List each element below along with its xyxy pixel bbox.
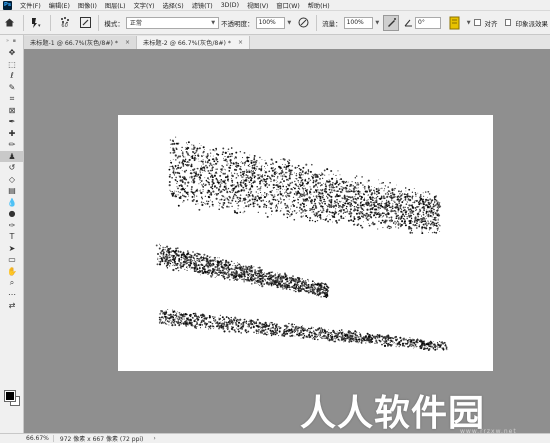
menu-edit[interactable]: 编辑(E) — [45, 1, 74, 10]
flow-chevron-icon[interactable]: ▼ — [375, 20, 379, 26]
history-brush-icon[interactable]: ↺ — [0, 162, 24, 174]
pressure-size-icon[interactable] — [447, 15, 463, 31]
mode-value: 正常 — [129, 20, 142, 27]
clone-stamp-icon[interactable]: ♟ — [0, 150, 24, 162]
tools-panel: » ▪ ✥ ⬚ ℓ ✎ ⌗ ⊠ ✒ ✚ ✏ ♟ ↺ ◇ ▤ 💧 ● ✑ T ➤ ▭ ✋ ⌕ ⋯ ⇄ — [0, 35, 24, 433]
watermark: 人人软件园 www.rrzxw.net — [300, 384, 540, 435]
symmetry-chevron-icon[interactable]: ▼ — [467, 20, 471, 26]
menu-type[interactable]: 文字(Y) — [130, 1, 159, 10]
close-icon[interactable]: × — [125, 39, 130, 46]
foreground-color-swatch[interactable] — [4, 390, 16, 402]
flow-value: 100% — [346, 19, 364, 26]
chevron-down-icon: ▼ — [211, 19, 216, 26]
mode-dropdown[interactable]: 正常 ▼ — [125, 16, 220, 29]
menu-select[interactable]: 选择(S) — [159, 1, 188, 10]
menu-3d[interactable]: 3D(D) — [217, 2, 243, 9]
marquee-icon[interactable]: ⬚ — [0, 59, 24, 71]
watermark-url: www.rrzxw.net — [460, 428, 517, 435]
more-tools-icon[interactable]: ⋯ — [0, 289, 24, 301]
swap-colors-icon[interactable]: ⇄ — [0, 300, 24, 312]
quick-select-icon[interactable]: ✎ — [0, 82, 24, 94]
angle-value: 0° — [418, 19, 425, 26]
toolbar-grip-icon[interactable]: » ▪ — [0, 35, 23, 47]
opacity-value: 100% — [258, 19, 276, 26]
impressionist-checkbox[interactable] — [504, 19, 512, 26]
canvas-workspace[interactable] — [24, 49, 550, 433]
separator — [98, 14, 100, 31]
document-canvas[interactable] — [118, 115, 493, 371]
eyedropper-icon[interactable]: ✒ — [0, 116, 24, 128]
gradient-icon[interactable]: ▤ — [0, 185, 24, 197]
crop-icon[interactable]: ⌗ — [0, 93, 24, 105]
menu-filter[interactable]: 滤镜(T) — [188, 1, 217, 10]
menu-file[interactable]: 文件(F) — [16, 1, 45, 10]
mode-label: 模式： — [104, 19, 124, 28]
zoom-icon[interactable]: ⌕ — [0, 277, 24, 289]
brush-strokes-artwork — [155, 136, 449, 351]
separator — [49, 14, 51, 31]
tab-document-1[interactable]: 未标题-1 @ 66.7%(灰色/8#) * × — [24, 36, 138, 49]
chevron-right-icon[interactable]: › — [153, 435, 155, 442]
path-select-icon[interactable]: ➤ — [0, 243, 24, 255]
opacity-chevron-icon[interactable]: ▼ — [287, 20, 291, 26]
flow-input[interactable]: 100% — [343, 16, 374, 29]
menu-bar: Ps 文件(F) 编辑(E) 图像(I) 图层(L) 文字(Y) 选择(S) 滤… — [0, 0, 550, 11]
menu-view[interactable]: 视图(V) — [243, 1, 272, 10]
tab-label: 未标题-1 @ 66.7%(灰色/8#) * — [30, 40, 118, 47]
menu-help[interactable]: 帮助(H) — [304, 1, 334, 10]
blur-icon[interactable]: 💧 — [0, 197, 24, 209]
angle-input[interactable]: 0° — [415, 16, 441, 29]
impressionist-label: 印象派效果 — [515, 19, 548, 28]
pressure-opacity-icon[interactable] — [295, 15, 311, 31]
document-info: 972 像素 x 667 像素 (72 ppi) — [59, 436, 144, 443]
watermark-title: 人人软件园 — [300, 393, 486, 434]
airbrush-icon[interactable] — [383, 14, 400, 31]
dodge-icon[interactable]: ● — [0, 208, 24, 220]
align-label: 对齐 — [484, 19, 498, 28]
align-checkbox[interactable] — [473, 19, 481, 26]
brush-settings-icon[interactable] — [78, 15, 94, 31]
separator — [22, 14, 24, 31]
menu-window[interactable]: 窗口(W) — [272, 1, 303, 10]
opacity-label: 不透明度： — [221, 19, 254, 28]
brush-size-value: 60 — [61, 23, 68, 29]
flow-label: 流量： — [322, 19, 342, 28]
menu-image[interactable]: 图像(I) — [74, 1, 101, 10]
brush-size-picker[interactable]: 60 — [56, 15, 74, 31]
lasso-icon[interactable]: ℓ — [0, 70, 24, 82]
hand-icon[interactable]: ✋ — [0, 266, 24, 278]
document-tabs: 未标题-1 @ 66.7%(灰色/8#) * × 未标题-2 @ 66.7%(灰… — [24, 35, 550, 49]
angle-icon — [403, 15, 413, 31]
brush-stroke-1 — [168, 136, 442, 235]
opacity-input[interactable]: 100% — [255, 16, 286, 29]
tab-label: 未标题-2 @ 66.7%(灰色/8#) * — [143, 40, 231, 47]
svg-text:▾: ▾ — [38, 23, 41, 29]
zoom-level[interactable]: 66.67% — [0, 435, 54, 442]
separator — [316, 14, 318, 31]
rectangle-icon[interactable]: ▭ — [0, 254, 24, 266]
brush-icon[interactable]: ✏ — [0, 139, 24, 151]
tab-document-2[interactable]: 未标题-2 @ 66.7%(灰色/8#) * × — [137, 36, 251, 49]
home-icon[interactable] — [2, 15, 18, 31]
color-swatches — [4, 390, 20, 406]
tool-preset-picker[interactable]: ▾ — [29, 15, 45, 31]
photoshop-logo[interactable]: Ps — [3, 0, 12, 10]
frame-icon[interactable]: ⊠ — [0, 105, 24, 117]
pen-icon[interactable]: ✑ — [0, 220, 24, 232]
move-icon[interactable]: ✥ — [0, 47, 24, 59]
eraser-icon[interactable]: ◇ — [0, 174, 24, 186]
brush-stroke-2 — [155, 243, 330, 299]
type-icon[interactable]: T — [0, 231, 24, 243]
menu-layer[interactable]: 图层(L) — [101, 1, 130, 10]
close-icon[interactable]: × — [238, 39, 243, 46]
options-bar: ▾ 60 模式： 正常 ▼ 不透明度： 100% ▼ 流量： 100% ▼ 0°… — [0, 11, 550, 35]
healing-icon[interactable]: ✚ — [0, 128, 24, 140]
brush-stroke-3 — [158, 309, 449, 351]
